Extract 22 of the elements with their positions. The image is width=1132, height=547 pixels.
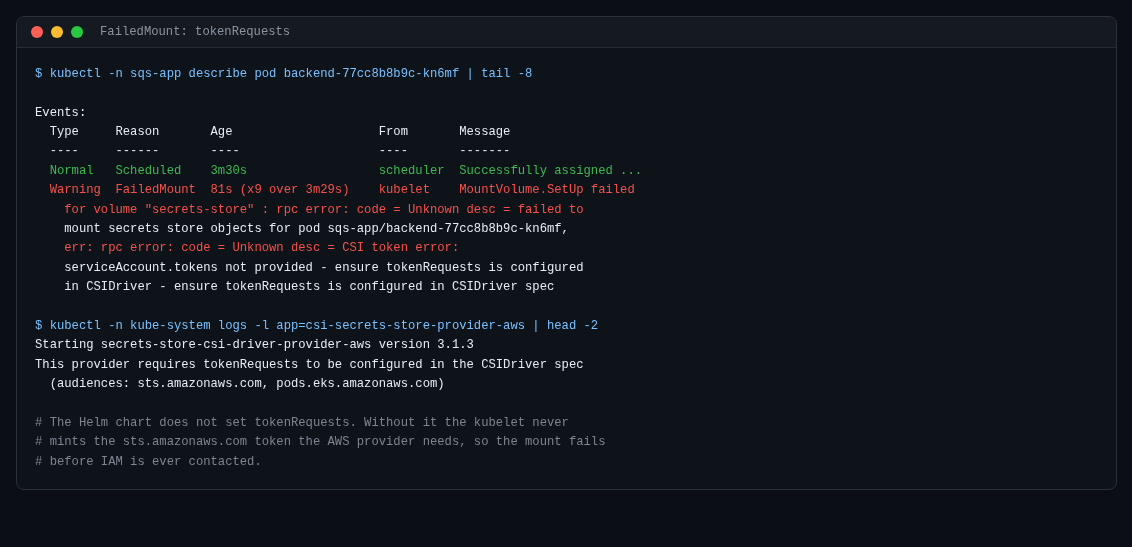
error-line: err: rpc error: code = Unknown desc = CSI token error: <box>63 240 460 258</box>
command-line: $ kubectl -n kube-system logs -l app=csi-secrets-store-provider-aws | head -2 <box>35 317 599 335</box>
minimize-button[interactable] <box>51 25 63 38</box>
window-title: FailedMount: tokenRequests <box>100 23 291 41</box>
output-line: Type Reason Age From Message <box>48 123 511 141</box>
error-line: Warning FailedMount 81s (x9 over 3m29s) kubelet MountVolume.SetUp failed <box>48 182 635 200</box>
output-line: serviceAccount.tokens not provided - ensure tokenRequests is configured <box>63 259 584 277</box>
comment-line: # The Helm chart does not set tokenRequests. Without it the kubelet never <box>35 414 569 432</box>
output-line: ---- ------ ---- ---- ------- <box>48 143 511 161</box>
error-line: for volume "secrets-store" : rpc error: code = Unknown desc = failed to <box>63 201 584 219</box>
event-line: Normal Scheduled 3m30s scheduler Successfully assigned ... <box>48 162 643 180</box>
comment-line: # mints the sts.amazonaws.com token the AWS provider needs, so the mount fails <box>35 434 606 452</box>
maximize-button[interactable] <box>71 25 83 38</box>
close-button[interactable] <box>31 25 43 38</box>
output-line: (audiences: sts.amazonaws.com, pods.eks.amazonaws.com) <box>48 376 445 394</box>
output-line: mount secrets store objects for pod sqs-app/backend-77cc8b8b9c-kn6mf, <box>63 220 569 238</box>
command-line: $ kubectl -n sqs-app describe pod backend-77cc8b8b9c-kn6mf | tail -8 <box>35 65 533 83</box>
output-line: in CSIDriver - ensure tokenRequests is configured in CSIDriver spec <box>63 279 555 297</box>
output-line: This provider requires tokenRequests to be configured in the CSIDriver spec <box>35 356 584 374</box>
output-line: Events: <box>35 104 87 122</box>
output-line: Starting secrets-store-csi-driver-provider-aws version 3.1.3 <box>35 337 474 355</box>
comment-line: # before IAM is ever contacted. <box>35 453 262 471</box>
